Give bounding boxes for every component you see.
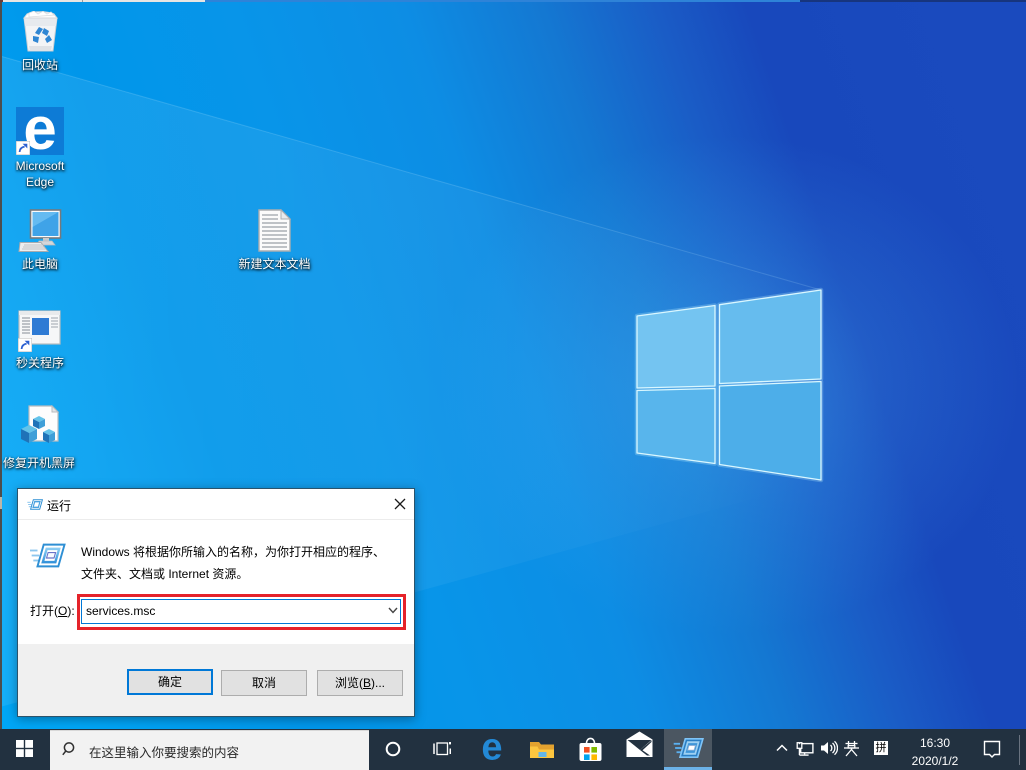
svg-text:e: e (481, 738, 502, 760)
